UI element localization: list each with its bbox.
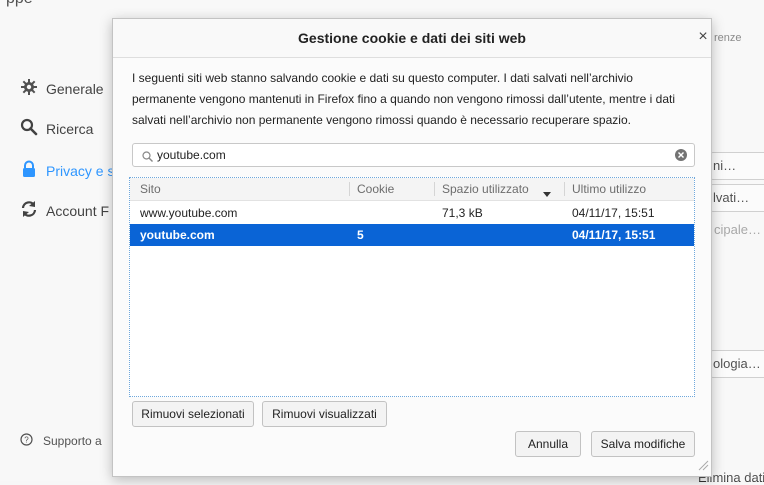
search-icon bbox=[142, 150, 153, 165]
sync-icon bbox=[20, 200, 38, 221]
dialog-description: I seguenti siti web stanno salvando cook… bbox=[132, 71, 676, 127]
sidebar-item-generale[interactable]: Generale bbox=[20, 78, 104, 99]
dialog-title: Gestione cookie e dati dei siti web bbox=[298, 30, 526, 46]
support-link[interactable]: ? Supporto a bbox=[20, 433, 102, 449]
search-input[interactable] bbox=[157, 146, 657, 164]
column-separator[interactable] bbox=[349, 182, 350, 196]
sidebar-item-account[interactable]: Account F bbox=[20, 200, 109, 221]
sidebar-item-privacy[interactable]: Privacy e s bbox=[20, 160, 114, 181]
site-cell: www.youtube.com bbox=[140, 206, 238, 220]
cancel-button[interactable]: Annulla bbox=[515, 431, 581, 457]
column-header-site[interactable]: Sito bbox=[140, 178, 161, 200]
column-separator[interactable] bbox=[564, 182, 565, 196]
cookie-manager-dialog: Gestione cookie e dati dei siti web × I … bbox=[112, 18, 712, 477]
column-header-last-used[interactable]: Ultimo utilizzo bbox=[572, 178, 646, 200]
gear-icon bbox=[20, 78, 38, 99]
sidebar-item-label: Account F bbox=[46, 202, 110, 219]
background-text-1: cipale… bbox=[714, 222, 761, 237]
clear-search-icon[interactable] bbox=[675, 149, 687, 161]
table-header: Sito Cookie Spazio utilizzato Ultimo uti… bbox=[130, 178, 694, 201]
sidebar-item-label: Generale bbox=[46, 80, 104, 97]
resize-grip-icon[interactable] bbox=[697, 459, 709, 474]
sidebar-item-label: Ricerca bbox=[46, 120, 94, 137]
page-heading-fragment: ppe bbox=[0, 0, 764, 8]
site-cell: youtube.com bbox=[140, 228, 215, 242]
search-icon bbox=[20, 118, 38, 139]
site-search bbox=[132, 143, 695, 167]
sites-table: Sito Cookie Spazio utilizzato Ultimo uti… bbox=[129, 177, 695, 397]
last-used-cell: 04/11/17, 15:51 bbox=[572, 228, 656, 242]
help-icon: ? bbox=[20, 433, 33, 449]
column-header-space[interactable]: Spazio utilizzato bbox=[442, 178, 529, 200]
remove-shown-button[interactable]: Rimuovi visualizzati bbox=[262, 401, 387, 427]
preferences-sidebar: Generale Ricerca Privacy e s Account F ?… bbox=[0, 0, 114, 481]
preferences-right-column: renze ni… lvati… cipale… ologia… Elimina… bbox=[698, 0, 764, 485]
space-cell: 71,3 kB bbox=[442, 206, 483, 220]
column-separator[interactable] bbox=[434, 182, 435, 196]
background-button-2[interactable]: lvati… bbox=[710, 184, 764, 212]
background-button-1[interactable]: ni… bbox=[710, 152, 764, 180]
background-button-3[interactable]: ologia… bbox=[710, 350, 764, 378]
save-button[interactable]: Salva modifiche bbox=[591, 431, 695, 457]
support-label: Supporto a bbox=[43, 434, 102, 448]
table-row[interactable]: youtube.com 5 04/11/17, 15:51 bbox=[130, 224, 694, 246]
sidebar-item-ricerca[interactable]: Ricerca bbox=[20, 118, 93, 139]
lock-icon bbox=[20, 160, 38, 181]
cookie-cell: 5 bbox=[357, 228, 364, 242]
dialog-header: Gestione cookie e dati dei siti web × bbox=[113, 19, 711, 58]
svg-text:?: ? bbox=[24, 436, 29, 445]
remove-selected-button[interactable]: Rimuovi selezionati bbox=[132, 401, 254, 427]
column-header-cookie[interactable]: Cookie bbox=[357, 178, 394, 200]
preferences-search-fragment: renze bbox=[714, 32, 742, 44]
last-used-cell: 04/11/17, 15:51 bbox=[572, 206, 655, 220]
sidebar-item-label: Privacy e s bbox=[46, 162, 115, 179]
close-icon[interactable]: × bbox=[695, 28, 711, 46]
sort-descending-icon bbox=[543, 186, 551, 201]
table-row[interactable]: www.youtube.com 71,3 kB 04/11/17, 15:51 bbox=[130, 202, 694, 224]
